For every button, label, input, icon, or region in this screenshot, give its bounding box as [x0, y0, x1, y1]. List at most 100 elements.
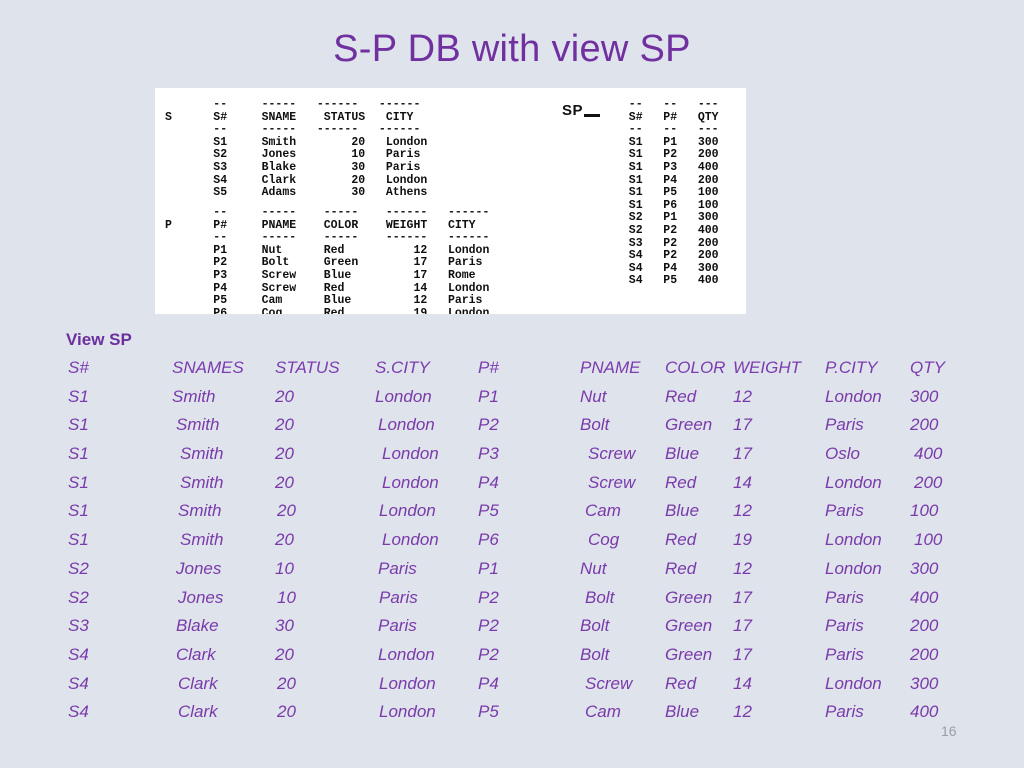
cell-weight: 14 [733, 673, 752, 693]
table-row: S4 Clark 20 London P2 Bolt Green 17 Pari… [0, 645, 1024, 674]
sp-table-row: S1 P5 100 [615, 186, 719, 200]
cell-status: 10 [275, 558, 294, 578]
sp-table-row: S2 P2 400 [615, 223, 719, 237]
cell-qty: 300 [910, 558, 939, 578]
cell-sid: S1 [68, 444, 89, 464]
cell-pcity: London [825, 673, 882, 693]
table-row: S4 Clark 20 London P4 Screw Red 14 Londo… [0, 674, 1024, 703]
cell-pid: P3 [478, 444, 499, 464]
cell-pcity: Paris [825, 616, 864, 636]
cell-weight: 19 [733, 530, 752, 550]
column-header-pcity: P.CITY [825, 358, 878, 377]
column-header-color: COLOR [665, 358, 726, 377]
cell-sname: Smith [172, 386, 216, 406]
cell-scity: Paris [378, 558, 417, 578]
table-row: S3 Blake 30 Paris P2 Bolt Green 17 Paris… [0, 616, 1024, 645]
cell-pcity: Paris [825, 415, 864, 435]
cell-sid: S1 [68, 530, 89, 550]
sp-table-row: S4 P5 400 [615, 274, 719, 288]
cell-sname: Smith [180, 444, 224, 464]
cell-status: 20 [277, 702, 296, 722]
cell-sid: S2 [68, 587, 89, 607]
view-sp-table: S# SNAMES STATUS S.CITY P# PNAME COLOR W… [0, 358, 1024, 731]
cell-pid: P5 [478, 702, 499, 722]
cell-pid: P1 [478, 386, 499, 406]
cell-scity: London [378, 644, 435, 664]
cell-pid: P4 [478, 673, 499, 693]
cell-pid: P2 [478, 644, 499, 664]
cell-qty: 300 [910, 673, 939, 693]
table-header-row: S# SNAMES STATUS S.CITY P# PNAME COLOR W… [0, 358, 1024, 387]
cell-pid: P2 [478, 415, 499, 435]
cell-weight: 17 [733, 587, 752, 607]
cell-pname: Nut [580, 386, 607, 406]
cell-scity: Paris [379, 587, 418, 607]
cell-color: Red [665, 558, 697, 578]
cell-qty: 100 [910, 501, 939, 521]
cell-pid: P5 [478, 501, 499, 521]
cell-scity: London [379, 673, 436, 693]
table-row: S2 Jones 10 Paris P2 Bolt Green 17 Paris… [0, 588, 1024, 617]
cell-weight: 14 [733, 472, 752, 492]
cell-status: 20 [275, 472, 294, 492]
cell-sname: Blake [176, 616, 219, 636]
cell-qty: 100 [914, 530, 943, 550]
s-table-row: S3 Blake 30 Paris [165, 160, 421, 174]
p-table-rule-top: -- ----- ----- ------ ------ [165, 206, 490, 219]
cell-status: 20 [275, 415, 294, 435]
s-table-listing: -- ----- ------ ------ S S# SNAME STATUS… [165, 98, 428, 200]
s-table-row: S5 Adams 30 Athens [165, 186, 428, 200]
page-title: S-P DB with view SP [333, 28, 691, 70]
view-sp-heading: View SP [66, 330, 132, 349]
cell-weight: 12 [733, 386, 752, 406]
cell-sid: S2 [68, 558, 89, 578]
cell-pname: Bolt [580, 415, 610, 435]
cell-sid: S4 [68, 673, 89, 693]
cell-pid: P1 [478, 558, 499, 578]
cell-qty: 200 [914, 472, 943, 492]
table-row: S1 Smith 20 London P1 Nut Red 12 London … [0, 387, 1024, 416]
sp-annotation-label: SP [562, 102, 601, 119]
cell-status: 20 [277, 501, 296, 521]
cell-pcity: Paris [825, 587, 864, 607]
cell-color: Red [665, 386, 697, 406]
cell-pname: Bolt [580, 616, 610, 636]
cell-sname: Smith [180, 530, 224, 550]
column-header-weight: WEIGHT [733, 358, 801, 377]
cell-weight: 17 [733, 415, 752, 435]
cell-color: Blue [665, 444, 700, 464]
cell-scity: London [378, 415, 435, 435]
sp-table-row: S1 P3 400 [615, 160, 719, 174]
cell-scity: Paris [378, 616, 417, 636]
cell-scity: London [382, 472, 439, 492]
column-header-sid: S# [68, 358, 89, 377]
cell-qty: 400 [910, 702, 939, 722]
cell-scity: London [379, 501, 436, 521]
cell-weight: 12 [733, 558, 752, 578]
cell-pname: Bolt [585, 587, 615, 607]
cell-weight: 12 [733, 501, 752, 521]
column-header-sname: SNAMES [172, 358, 244, 377]
cell-weight: 17 [733, 444, 752, 464]
cell-qty: 300 [910, 386, 939, 406]
cell-qty: 400 [910, 587, 939, 607]
table-row: S1 Smith 20 London P4 Screw Red 14 Londo… [0, 473, 1024, 502]
cell-sname: Clark [178, 673, 218, 693]
cell-weight: 17 [733, 644, 752, 664]
sp-table-rule-middle: -- -- --- [615, 123, 719, 137]
cell-color: Green [665, 587, 713, 607]
s-table-rule-middle: -- ----- ------ ------ [165, 123, 421, 137]
cell-pname: Cam [585, 702, 621, 722]
table-row: S2 Jones 10 Paris P1 Nut Red 12 London 3… [0, 559, 1024, 588]
cell-sid: S1 [68, 386, 89, 406]
cell-status: 30 [275, 616, 294, 636]
cell-scity: London [379, 702, 436, 722]
sp-table-listing: -- -- --- S# P# QTY -- -- --- S1 P1 300 … [615, 98, 719, 288]
cell-pid: P2 [478, 587, 499, 607]
cell-qty: 400 [914, 444, 943, 464]
cell-scity: London [375, 386, 432, 406]
cell-pcity: Oslo [825, 444, 860, 464]
cell-pcity: London [825, 386, 882, 406]
cell-color: Red [665, 673, 697, 693]
cell-color: Green [665, 415, 713, 435]
